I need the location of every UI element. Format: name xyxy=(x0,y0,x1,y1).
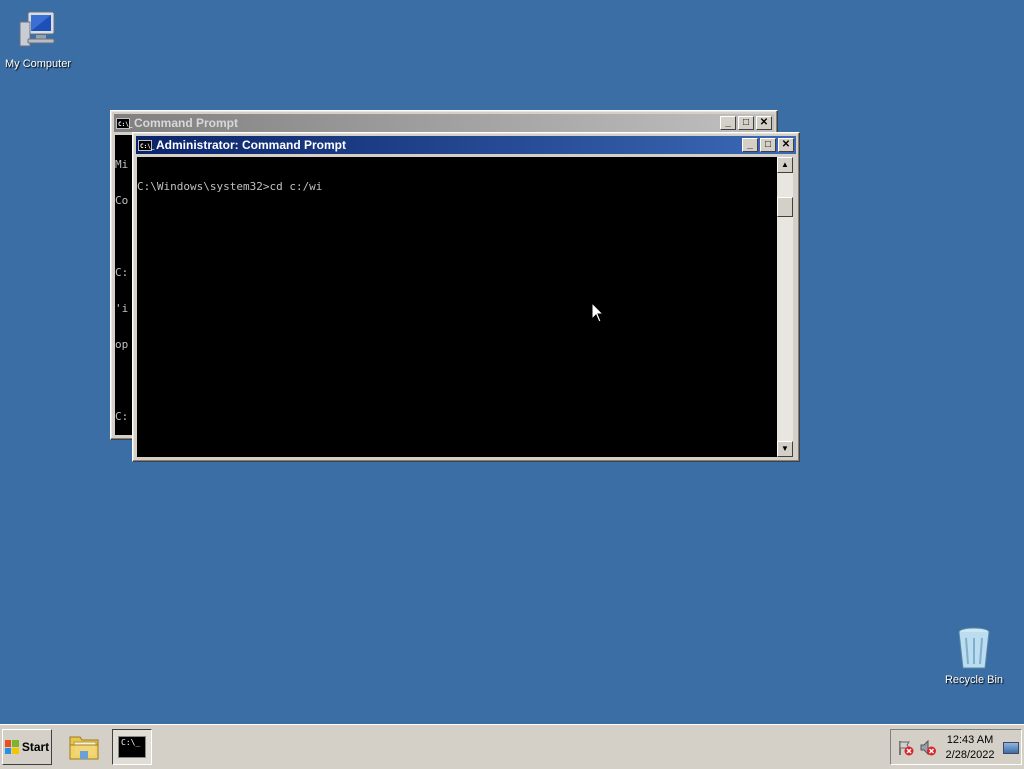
clock[interactable]: 12:43 AM 2/28/2022 xyxy=(939,733,1001,763)
scroll-up-button[interactable]: ▲ xyxy=(777,157,793,173)
system-tray: 12:43 AM 2/28/2022 xyxy=(890,729,1022,765)
title-bar[interactable]: C:\_ Administrator: Command Prompt _ □ ✕ xyxy=(136,136,796,154)
scroll-down-button[interactable]: ▼ xyxy=(777,441,793,457)
taskbar-explorer[interactable] xyxy=(66,729,106,765)
close-button[interactable]: ✕ xyxy=(756,116,772,130)
vertical-scrollbar[interactable]: ▲ ▼ xyxy=(777,157,793,457)
taskbar-cmd[interactable]: C:\_ xyxy=(112,729,152,765)
volume-muted-icon[interactable] xyxy=(919,739,937,757)
window-title: Administrator: Command Prompt xyxy=(156,138,347,152)
clock-date: 2/28/2022 xyxy=(945,749,995,761)
console-output[interactable]: C:\Windows\system32>cd c:/wi xyxy=(137,157,777,457)
recycle-bin-icon xyxy=(958,627,990,669)
cmd-icon: C:\_ xyxy=(118,736,146,758)
cmd-icon: C:\_ xyxy=(116,117,132,129)
show-desktop-icon[interactable] xyxy=(1003,742,1019,754)
window-title: Command Prompt xyxy=(134,116,239,130)
console-line: C:\Windows\system32>cd c:/wi xyxy=(137,180,323,193)
computer-icon xyxy=(19,11,55,47)
scroll-thumb[interactable] xyxy=(777,197,793,217)
start-label: Start xyxy=(21,740,50,754)
desktop-icon-recycle-bin[interactable]: Recycle Bin xyxy=(934,624,1014,686)
clock-time: 12:43 AM xyxy=(946,734,994,746)
maximize-button[interactable]: □ xyxy=(738,116,754,130)
taskbar: Start C:\_ 12:43 AM 2/28/2022 xyxy=(0,724,1024,769)
explorer-icon xyxy=(69,736,99,760)
mouse-cursor-icon xyxy=(591,302,605,323)
desktop-icon-label: My Computer xyxy=(4,58,72,70)
maximize-button[interactable]: □ xyxy=(760,138,776,152)
title-bar[interactable]: C:\_ Command Prompt _ □ ✕ xyxy=(114,114,774,132)
desktop-icon-my-computer[interactable]: My Computer xyxy=(0,8,78,70)
minimize-button[interactable]: _ xyxy=(742,138,758,152)
cmd-window-front[interactable]: C:\_ Administrator: Command Prompt _ □ ✕… xyxy=(132,132,800,462)
action-center-flag-icon[interactable] xyxy=(897,739,915,757)
cmd-icon: C:\_ xyxy=(138,139,154,151)
desktop-icon-label: Recycle Bin xyxy=(944,674,1004,686)
minimize-button[interactable]: _ xyxy=(720,116,736,130)
start-button[interactable]: Start xyxy=(2,729,52,765)
close-button[interactable]: ✕ xyxy=(778,138,794,152)
windows-logo-icon xyxy=(4,740,19,754)
